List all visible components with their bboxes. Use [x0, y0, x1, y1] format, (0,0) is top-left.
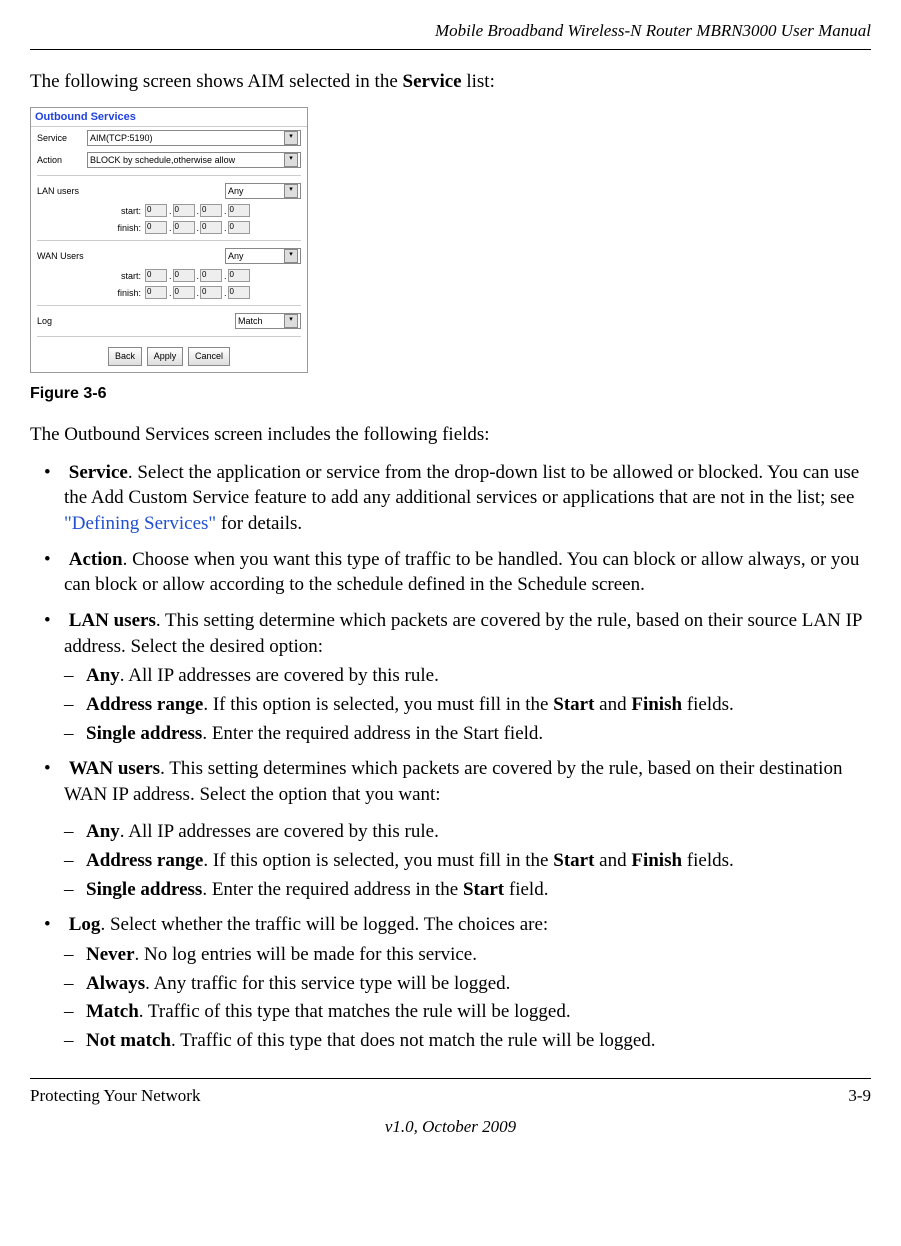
- wan-sub-range: Address range. If this option is selecte…: [64, 848, 871, 874]
- ip-octet[interactable]: 0: [200, 204, 222, 217]
- field-list: Service. Select the application or servi…: [30, 460, 871, 1054]
- item-action-text: . Choose when you want this type of traf…: [64, 549, 859, 596]
- ip-octet[interactable]: 0: [145, 286, 167, 299]
- intro-paragraph: The following screen shows AIM selected …: [30, 69, 871, 95]
- row-service: Service AIM(TCP:5190) ▾: [31, 127, 307, 149]
- footer-left: Protecting Your Network: [30, 1085, 200, 1108]
- label-finish: finish:: [111, 222, 145, 234]
- item-service-text2: for details.: [216, 513, 302, 534]
- ip-octet[interactable]: 0: [200, 269, 222, 282]
- label-wan: WAN Users: [37, 250, 87, 262]
- ip-octet[interactable]: 0: [145, 221, 167, 234]
- label-lan: LAN users: [37, 185, 87, 197]
- figure-caption: Figure 3-6: [30, 383, 871, 405]
- log-sub-never: Never. No log entries will be made for t…: [64, 942, 871, 968]
- ip-octet[interactable]: 0: [228, 286, 250, 299]
- cancel-button[interactable]: Cancel: [188, 347, 230, 365]
- item-lan-label: LAN users: [69, 610, 156, 631]
- chevron-down-icon: ▾: [284, 184, 298, 198]
- row-lan: LAN users Any ▾: [31, 180, 307, 202]
- lan-sub-range: Address range. If this option is selecte…: [64, 692, 871, 718]
- label-finish: finish:: [111, 287, 145, 299]
- item-log: Log. Select whether the traffic will be …: [30, 912, 871, 1053]
- label-service: Service: [37, 132, 87, 144]
- chevron-down-icon: ▾: [284, 314, 298, 328]
- item-wan-text: . This setting determines which packets …: [64, 758, 842, 805]
- ip-octet[interactable]: 0: [228, 221, 250, 234]
- wan-sub-any: Any. All IP addresses are covered by thi…: [64, 819, 871, 845]
- intro-suffix: list:: [462, 71, 495, 92]
- label-action: Action: [37, 154, 87, 166]
- ip-octet[interactable]: 0: [228, 269, 250, 282]
- select-action-value: BLOCK by schedule,otherwise allow: [90, 154, 235, 166]
- select-log-value: Match: [238, 315, 263, 327]
- item-lan: LAN users. This setting determine which …: [30, 608, 871, 746]
- select-lan[interactable]: Any ▾: [225, 183, 301, 199]
- row-log: Log Match ▾: [31, 310, 307, 332]
- footer-version: v1.0, October 2009: [30, 1116, 871, 1139]
- ip-octet[interactable]: 0: [200, 286, 222, 299]
- label-start: start:: [111, 205, 145, 217]
- item-log-text: . Select whether the traffic will be log…: [100, 914, 548, 935]
- item-wan: WAN users. This setting determines which…: [30, 756, 871, 902]
- row-lan-start: start: 0. 0. 0. 0: [31, 202, 307, 219]
- chevron-down-icon: ▾: [284, 249, 298, 263]
- ip-octet[interactable]: 0: [173, 204, 195, 217]
- lan-sub-any: Any. All IP addresses are covered by thi…: [64, 663, 871, 689]
- ip-octet[interactable]: 0: [145, 269, 167, 282]
- screenshot-title: Outbound Services: [31, 108, 307, 128]
- item-lan-text: . This setting determine which packets a…: [64, 610, 862, 657]
- apply-button[interactable]: Apply: [147, 347, 184, 365]
- link-defining-services[interactable]: "Defining Services": [64, 513, 216, 534]
- ip-octet[interactable]: 0: [173, 286, 195, 299]
- select-log[interactable]: Match ▾: [235, 313, 301, 329]
- row-wan: WAN Users Any ▾: [31, 245, 307, 267]
- outbound-intro: The Outbound Services screen includes th…: [30, 422, 871, 448]
- log-sub-notmatch: Not match. Traffic of this type that doe…: [64, 1028, 871, 1054]
- item-action: Action. Choose when you want this type o…: [30, 547, 871, 598]
- item-service-label: Service: [69, 462, 128, 483]
- item-service: Service. Select the application or servi…: [30, 460, 871, 537]
- label-log: Log: [37, 315, 87, 327]
- row-lan-finish: finish: 0. 0. 0. 0: [31, 219, 307, 236]
- select-wan-value: Any: [228, 250, 244, 262]
- item-action-label: Action: [69, 549, 123, 570]
- select-wan[interactable]: Any ▾: [225, 248, 301, 264]
- intro-bold: Service: [403, 71, 462, 92]
- chevron-down-icon: ▾: [284, 153, 298, 167]
- ip-octet[interactable]: 0: [200, 221, 222, 234]
- ip-octet[interactable]: 0: [145, 204, 167, 217]
- page-footer: Protecting Your Network 3-9 v1.0, Octobe…: [30, 1078, 871, 1139]
- row-wan-start: start: 0. 0. 0. 0: [31, 267, 307, 284]
- log-sub-match: Match. Traffic of this type that matches…: [64, 999, 871, 1025]
- log-sub-always: Always. Any traffic for this service typ…: [64, 971, 871, 997]
- item-log-label: Log: [69, 914, 101, 935]
- item-wan-label: WAN users: [69, 758, 160, 779]
- select-lan-value: Any: [228, 185, 244, 197]
- select-service[interactable]: AIM(TCP:5190) ▾: [87, 130, 301, 146]
- wan-sub-single: Single address. Enter the required addre…: [64, 877, 871, 903]
- row-wan-finish: finish: 0. 0. 0. 0: [31, 284, 307, 301]
- ip-octet[interactable]: 0: [173, 221, 195, 234]
- label-start: start:: [111, 270, 145, 282]
- ip-octet[interactable]: 0: [173, 269, 195, 282]
- lan-sub-single: Single address. Enter the required addre…: [64, 721, 871, 747]
- row-action: Action BLOCK by schedule,otherwise allow…: [31, 149, 307, 171]
- button-row: Back Apply Cancel: [31, 341, 307, 371]
- page-header: Mobile Broadband Wireless-N Router MBRN3…: [30, 20, 871, 50]
- back-button[interactable]: Back: [108, 347, 142, 365]
- item-service-text1: . Select the application or service from…: [64, 462, 859, 509]
- select-action[interactable]: BLOCK by schedule,otherwise allow ▾: [87, 152, 301, 168]
- chevron-down-icon: ▾: [284, 131, 298, 145]
- intro-prefix: The following screen shows AIM selected …: [30, 71, 403, 92]
- screenshot-outbound-services: Outbound Services Service AIM(TCP:5190) …: [30, 107, 308, 373]
- ip-octet[interactable]: 0: [228, 204, 250, 217]
- footer-page: 3-9: [848, 1085, 871, 1108]
- select-service-value: AIM(TCP:5190): [90, 132, 153, 144]
